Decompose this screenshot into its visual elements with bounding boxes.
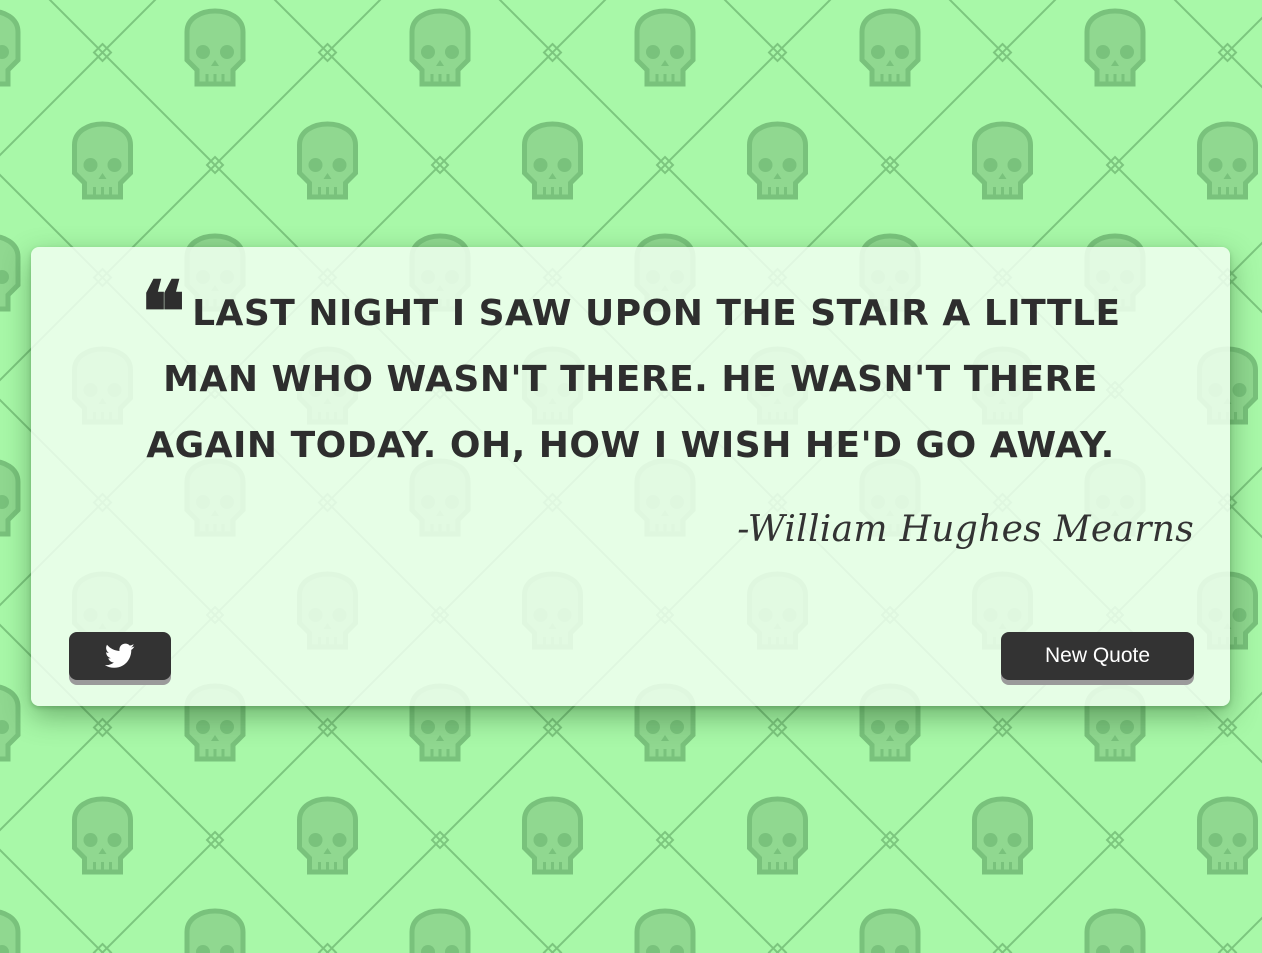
quote-card: ❝ Last night I saw upon the stair a littl… bbox=[31, 247, 1230, 706]
quote-text: Last night I saw upon the stair a little… bbox=[146, 293, 1121, 466]
quote-author: -William Hughes Mearns bbox=[737, 509, 1194, 550]
quote-mark-icon: ❝ bbox=[140, 262, 187, 361]
quote-text-block: ❝ Last night I saw upon the stair a littl… bbox=[93, 262, 1168, 479]
new-quote-button[interactable]: New Quote bbox=[1001, 632, 1194, 680]
twitter-bird-icon bbox=[105, 643, 135, 668]
tweet-button[interactable] bbox=[69, 632, 171, 680]
